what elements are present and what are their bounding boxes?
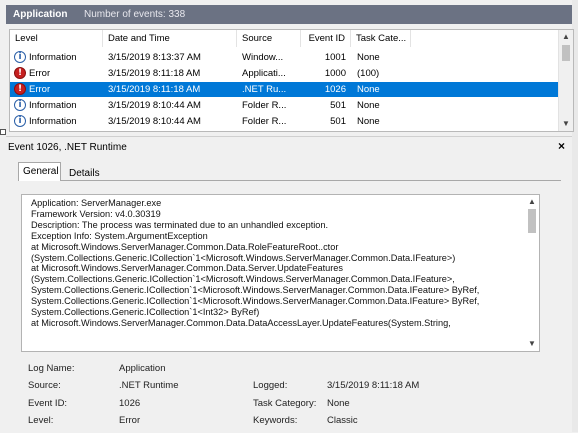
table-row[interactable]: i Information 3/15/2019 8:13:37 AM Windo… bbox=[10, 50, 558, 65]
row-level: Information bbox=[29, 100, 77, 111]
row-level: Information bbox=[29, 52, 77, 63]
source-value: .NET Runtime bbox=[119, 380, 179, 391]
table-row[interactable]: i Information 3/15/2019 8:10:44 AM Folde… bbox=[10, 98, 558, 113]
column-header-source[interactable]: Source bbox=[237, 30, 301, 47]
scroll-down-icon[interactable]: ▼ bbox=[525, 337, 539, 351]
keywords-value: Classic bbox=[327, 415, 358, 426]
row-event-id: 1026 bbox=[324, 84, 346, 95]
information-icon: i bbox=[14, 115, 26, 127]
row-task: None bbox=[357, 116, 380, 127]
task-category-label: Task Category: bbox=[253, 398, 317, 409]
event-count: Number of events: 338 bbox=[84, 9, 186, 20]
table-row[interactable]: ! Error 3/15/2019 8:11:18 AM Applicati..… bbox=[10, 66, 558, 81]
description-text: Application: ServerManager.exe Framework… bbox=[31, 198, 519, 329]
error-icon: ! bbox=[14, 83, 26, 95]
event-description[interactable]: Application: ServerManager.exe Framework… bbox=[21, 194, 540, 352]
row-task: None bbox=[357, 84, 380, 95]
row-event-id: 501 bbox=[330, 100, 346, 111]
source-label: Source: bbox=[28, 380, 61, 391]
splitter-handle[interactable] bbox=[0, 129, 6, 135]
row-source: .NET Ru... bbox=[242, 84, 287, 95]
row-source: Folder R... bbox=[242, 116, 287, 127]
row-date: 3/15/2019 8:13:37 AM bbox=[108, 52, 201, 63]
column-header-level[interactable]: Level bbox=[10, 30, 103, 47]
event-list[interactable]: Level Date and Time Source Event ID Task… bbox=[9, 29, 574, 132]
event-detail-title: Event 1026, .NET Runtime bbox=[8, 142, 127, 153]
row-task: None bbox=[357, 100, 380, 111]
description-line: Description: The process was terminated … bbox=[31, 219, 329, 230]
level-label: Level: bbox=[28, 415, 54, 426]
row-source: Applicati... bbox=[242, 68, 286, 79]
row-source: Window... bbox=[242, 52, 284, 63]
column-header-date[interactable]: Date and Time bbox=[103, 30, 237, 47]
description-line: at Microsoft.Windows.ServerManager.Commo… bbox=[31, 263, 343, 274]
information-icon: i bbox=[14, 51, 26, 63]
tab-details[interactable]: Details bbox=[65, 165, 103, 182]
description-line: System.Collections.Generic.ICollection`1… bbox=[31, 307, 260, 318]
logged-label: Logged: bbox=[253, 380, 288, 391]
description-line: System.Collections.Generic.ICollection`1… bbox=[31, 285, 480, 296]
log-title: Application bbox=[13, 9, 68, 20]
description-line: at Microsoft.Windows.ServerManager.Commo… bbox=[31, 241, 339, 252]
log-header: Application Number of events: 338 bbox=[6, 5, 572, 24]
row-date: 3/15/2019 8:10:44 AM bbox=[108, 116, 201, 127]
description-line: (System.Collections.Generic.ICollection`… bbox=[31, 274, 455, 285]
level-value: Error bbox=[119, 415, 141, 426]
description-line: at Microsoft.Windows.ServerManager.Commo… bbox=[31, 317, 451, 328]
description-line: Exception Info: System.ArgumentException bbox=[31, 230, 208, 241]
table-row-selected[interactable]: ! Error 3/15/2019 8:11:18 AM .NET Ru... … bbox=[10, 82, 558, 97]
list-scrollbar[interactable]: ▲ ▼ bbox=[558, 30, 573, 131]
scroll-thumb[interactable] bbox=[562, 45, 570, 61]
row-level: Error bbox=[29, 84, 51, 95]
log-name-label: Log Name: bbox=[28, 363, 75, 374]
keywords-label: Keywords: bbox=[253, 415, 298, 426]
event-id-value: 1026 bbox=[119, 398, 141, 409]
scroll-up-icon[interactable]: ▲ bbox=[559, 30, 573, 44]
scroll-up-icon[interactable]: ▲ bbox=[525, 195, 539, 209]
event-id-label: Event ID: bbox=[28, 398, 68, 409]
row-date: 3/15/2019 8:10:44 AM bbox=[108, 100, 201, 111]
scroll-down-icon[interactable]: ▼ bbox=[559, 117, 573, 131]
close-icon[interactable]: × bbox=[558, 139, 565, 153]
row-level: Error bbox=[29, 68, 51, 79]
task-category-value: None bbox=[327, 398, 350, 409]
row-source: Folder R... bbox=[242, 100, 287, 111]
column-header-event-id[interactable]: Event ID bbox=[301, 30, 351, 47]
row-event-id: 1000 bbox=[324, 68, 346, 79]
row-date: 3/15/2019 8:11:18 AM bbox=[108, 68, 201, 79]
table-row[interactable]: i Information 3/15/2019 8:10:44 AM Folde… bbox=[10, 114, 558, 129]
description-line: System.Collections.Generic.ICollection`1… bbox=[31, 296, 480, 307]
column-header-task-category[interactable]: Task Cate... bbox=[351, 30, 411, 47]
row-task: (100) bbox=[357, 68, 380, 79]
logged-value: 3/15/2019 8:11:18 AM bbox=[327, 380, 420, 391]
error-icon: ! bbox=[14, 67, 26, 79]
log-name-value: Application bbox=[119, 363, 166, 374]
scroll-thumb[interactable] bbox=[528, 209, 536, 233]
description-line: Application: ServerManager.exe bbox=[31, 198, 162, 208]
row-event-id: 501 bbox=[330, 116, 346, 127]
description-scrollbar[interactable]: ▲ ▼ bbox=[525, 195, 539, 351]
row-date: 3/15/2019 8:11:18 AM bbox=[108, 84, 201, 95]
row-task: None bbox=[357, 52, 380, 63]
description-line: Framework Version: v4.0.30319 bbox=[31, 208, 161, 219]
row-event-id: 1001 bbox=[324, 52, 346, 63]
information-icon: i bbox=[14, 99, 26, 111]
row-level: Information bbox=[29, 116, 77, 127]
tab-general[interactable]: General bbox=[18, 162, 61, 181]
description-line: (System.Collections.Generic.ICollection`… bbox=[31, 252, 456, 263]
